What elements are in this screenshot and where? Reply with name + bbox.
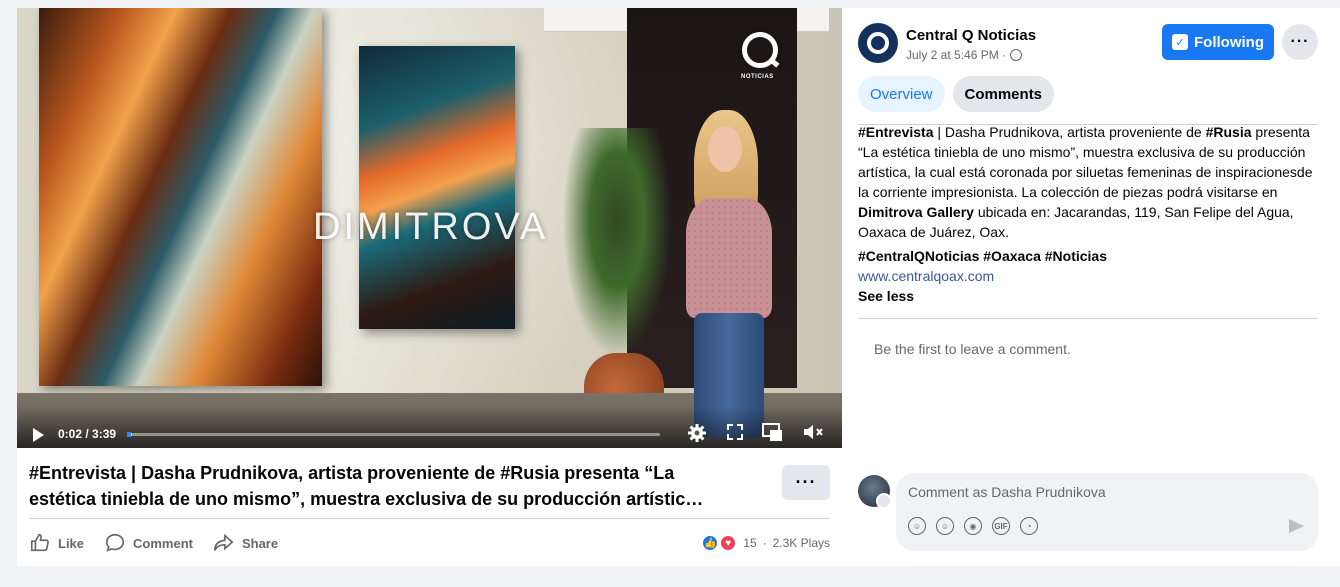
mute-volume-icon[interactable]: [802, 423, 824, 445]
like-button[interactable]: Like: [29, 532, 84, 554]
video-frame-person: [672, 108, 787, 438]
video-post-panel: DIMITROVA NOTICIAS 0:02 / 3:39 #Entrevis…: [17, 8, 842, 566]
plays-count: 2.3K Plays: [772, 536, 830, 550]
comment-label: Comment: [133, 535, 193, 551]
comment-icon: [105, 533, 125, 552]
comment-placeholder: Comment as Dasha Prudnikova: [908, 484, 1106, 500]
post-actions: Like Comment Share: [29, 528, 278, 558]
share-icon: [213, 533, 234, 551]
video-watermark: DIMITROVA: [313, 206, 549, 248]
video-player[interactable]: DIMITROVA NOTICIAS 0:02 / 3:39: [17, 8, 842, 448]
share-button[interactable]: Share: [213, 532, 278, 554]
detail-tabs: Overview Comments: [858, 76, 1055, 112]
post-title-line-2: estética tiniebla de uno mismo”, muestra…: [29, 489, 704, 509]
tab-comments[interactable]: Comments: [952, 76, 1055, 112]
share-label: Share: [241, 535, 279, 551]
hashtag-rusia[interactable]: #Rusia: [1206, 124, 1252, 140]
tab-overview[interactable]: Overview: [858, 76, 945, 112]
page-options-button[interactable]: ···: [1282, 24, 1318, 60]
post-stats: 👍 ♥ 15 · 2.3K Plays: [701, 534, 830, 552]
page-avatar[interactable]: [858, 23, 898, 63]
page-name[interactable]: Central Q Noticias: [906, 27, 1036, 44]
comment-tools: ☺ ☺ ◉ GIF ◔: [908, 517, 1038, 535]
video-frame-painting-right: [359, 46, 515, 329]
gif-icon[interactable]: GIF: [992, 517, 1010, 535]
comment-button[interactable]: Comment: [104, 532, 193, 554]
avatar-sticker-icon[interactable]: ☺: [908, 517, 926, 535]
post-time-text[interactable]: July 2 at 5:46 PM ·: [906, 48, 1006, 62]
settings-gear-icon[interactable]: [686, 423, 708, 445]
empty-comments-text: Be the first to leave a comment.: [874, 341, 1071, 357]
emoji-icon[interactable]: ☺: [936, 517, 954, 535]
comment-input[interactable]: Comment as Dasha Prudnikova ☺ ☺ ◉ GIF ◔: [896, 473, 1318, 551]
channel-logo-icon: [742, 32, 778, 68]
sticker-icon[interactable]: ◔: [1020, 517, 1038, 535]
video-frame-plant: [562, 128, 672, 358]
divider: [858, 318, 1318, 319]
video-controls: 0:02 / 3:39: [17, 406, 842, 448]
like-reaction-icon[interactable]: 👍: [701, 534, 720, 552]
hashtags[interactable]: #CentralQNoticias #Oaxaca #Noticias: [858, 248, 1107, 264]
following-label: Following: [1194, 33, 1264, 51]
see-less-link[interactable]: See less: [858, 288, 914, 304]
send-icon[interactable]: [1289, 519, 1304, 533]
love-reaction-icon[interactable]: ♥: [719, 534, 738, 552]
more-options-button[interactable]: ···: [782, 465, 830, 500]
like-icon: [30, 533, 49, 552]
post-title-line-1: #Entrevista | Dasha Prudnikova, artista …: [29, 463, 675, 483]
divider: [29, 518, 830, 519]
following-check-icon: ✓: [1172, 34, 1188, 50]
website-link[interactable]: www.centralqoax.com: [858, 268, 994, 284]
post-description: #Entrevista | Dasha Prudnikova, artista …: [858, 122, 1324, 242]
separator-dot: ·: [762, 536, 767, 550]
user-avatar[interactable]: [858, 475, 892, 509]
camera-icon[interactable]: ◉: [964, 517, 982, 535]
video-frame-painting-left: [39, 8, 322, 386]
post-title: #Entrevista | Dasha Prudnikova, artista …: [29, 460, 764, 512]
progress-marker: [127, 432, 131, 437]
reaction-count[interactable]: 15: [743, 536, 756, 550]
globe-icon: [1010, 49, 1023, 61]
video-time: 0:02 / 3:39: [58, 427, 117, 441]
picture-in-picture-icon[interactable]: [761, 423, 783, 445]
progress-bar[interactable]: [127, 432, 660, 437]
like-label: Like: [58, 535, 85, 551]
following-button[interactable]: ✓ Following: [1162, 24, 1274, 60]
post-detail-panel: Central Q Noticias July 2 at 5:46 PM · ✓…: [842, 8, 1340, 566]
hashtag-entrevista[interactable]: #Entrevista: [858, 124, 933, 140]
channel-logo-label: NOTICIAS: [741, 74, 774, 80]
post-description-part: | Dasha Prudnikova, artista proveniente …: [933, 124, 1206, 140]
post-timestamp: July 2 at 5:46 PM ·: [906, 48, 1023, 62]
gallery-name: Dimitrova Gallery: [858, 204, 974, 220]
play-icon[interactable]: [33, 428, 44, 442]
fullscreen-icon[interactable]: [724, 423, 746, 445]
